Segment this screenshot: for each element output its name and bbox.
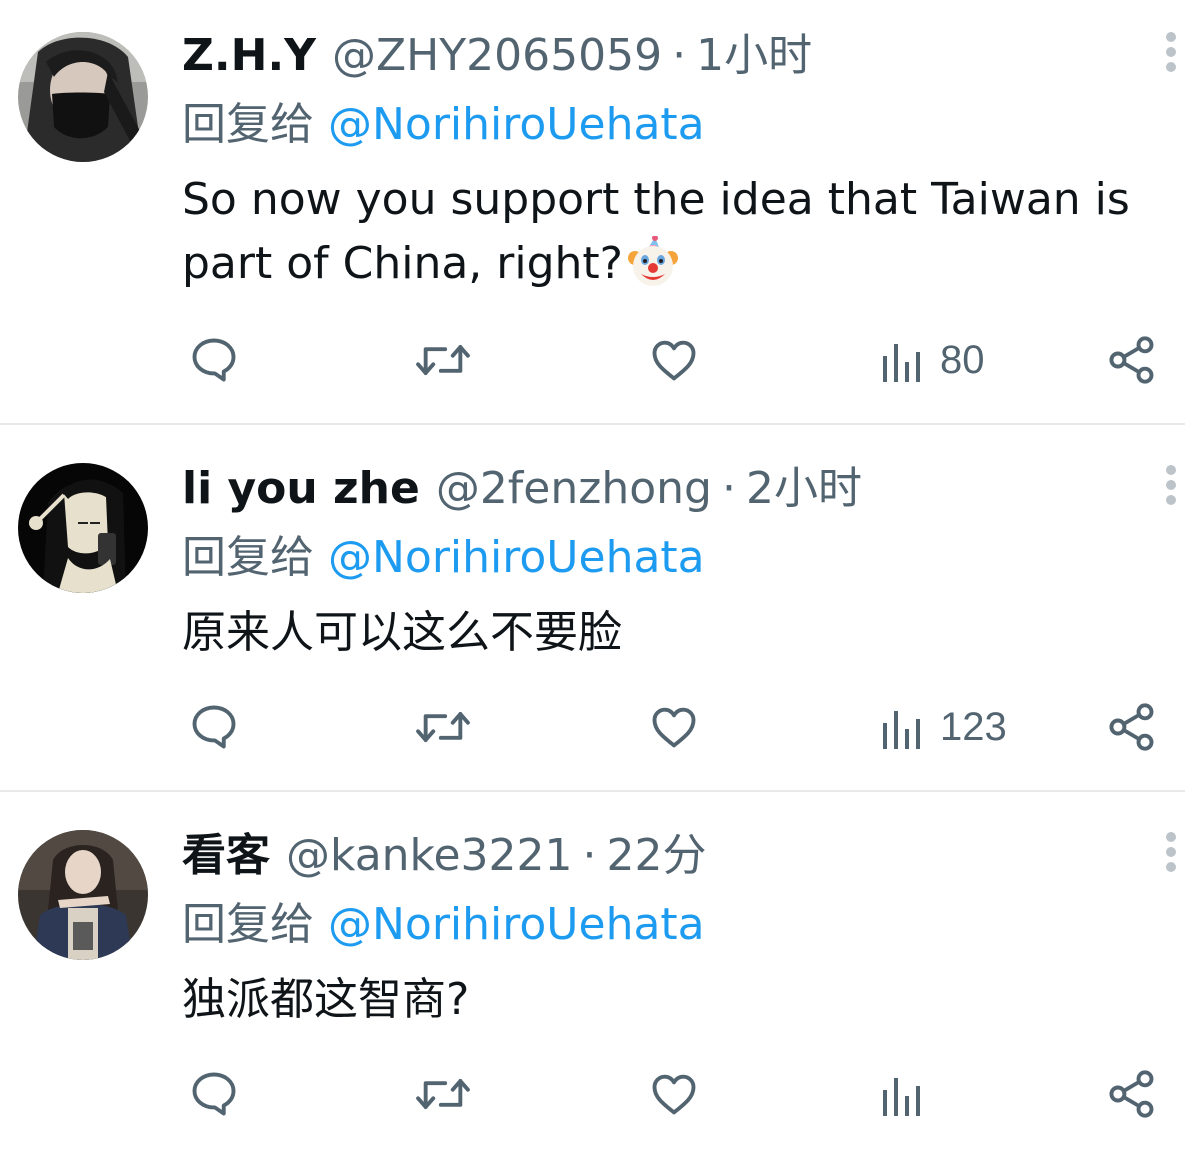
separator-dot: · — [721, 463, 736, 514]
share-nodes-icon — [1109, 1070, 1154, 1118]
views-button[interactable]: 80 — [880, 330, 985, 390]
action-bar — [0, 1064, 1185, 1124]
tweet-header: Z.H.Y @ZHY2065059 · 1小时 — [182, 26, 812, 86]
heart-icon — [652, 340, 696, 381]
share-button[interactable] — [1106, 697, 1158, 757]
tweet-text-content: 原来人可以这么不要脸 — [182, 607, 622, 658]
like-button[interactable] — [648, 697, 700, 757]
replying-to: 回复给 @NorihiroUehata — [182, 96, 705, 154]
speech-bubble-icon — [192, 705, 236, 749]
retweet-arrows-icon — [416, 712, 470, 742]
reply-button[interactable] — [188, 697, 240, 757]
reply-prefix: 回复给 — [182, 899, 314, 950]
action-bar: 123 — [0, 697, 1185, 757]
tweet-header: 看客 @kanke3221 · 22分 — [182, 826, 707, 886]
like-button[interactable] — [648, 1064, 700, 1124]
heart-icon — [652, 1074, 696, 1115]
like-button[interactable] — [648, 330, 700, 390]
avatar[interactable] — [18, 463, 148, 593]
tweet[interactable]: Z.H.Y @ZHY2065059 · 1小时 回复给 @NorihiroUeha… — [0, 0, 1185, 384]
display-name[interactable]: Z.H.Y — [182, 26, 316, 86]
reply-button[interactable] — [188, 1064, 240, 1124]
bar-chart-icon — [883, 711, 920, 749]
separator-dot: · — [582, 830, 597, 881]
reply-feed: Z.H.Y @ZHY2065059 · 1小时 回复给 @NorihiroUeha… — [0, 0, 1185, 1118]
vertical-dots-icon — [1166, 32, 1176, 42]
more-options-button[interactable] — [1157, 832, 1185, 872]
action-bar: 80 — [0, 330, 1185, 390]
timestamp[interactable]: 2小时 — [746, 459, 862, 519]
reply-prefix: 回复给 — [182, 532, 314, 583]
avatar[interactable] — [18, 32, 148, 162]
tweet-text: 独派都这智商? — [182, 968, 1162, 1032]
reply-button[interactable] — [188, 330, 240, 390]
vertical-dots-icon — [1166, 465, 1176, 475]
display-name[interactable]: 看客 — [182, 826, 270, 886]
tweet[interactable]: li you zhe @2fenzhong · 2小时 回复给 @Norihiro… — [0, 425, 1185, 793]
clown-face-emoji — [627, 235, 679, 306]
reply-mention-link[interactable]: @NorihiroUehata — [328, 532, 705, 583]
timestamp[interactable]: 22分 — [607, 826, 707, 886]
view-count: 80 — [940, 337, 985, 382]
tweet[interactable]: 看客 @kanke3221 · 22分 回复给 @NorihiroUehata 独… — [0, 792, 1185, 1160]
vertical-dots-icon — [1166, 62, 1176, 72]
vertical-dots-icon — [1166, 847, 1176, 857]
view-count: 123 — [940, 704, 1007, 749]
separator-dot: · — [672, 30, 687, 81]
timestamp[interactable]: 1小时 — [696, 26, 812, 86]
handle[interactable]: @kanke3221 — [286, 826, 573, 886]
retweet-arrows-icon — [416, 345, 470, 375]
vertical-dots-icon — [1166, 480, 1176, 490]
tweet-text: 原来人可以这么不要脸 — [182, 601, 1162, 665]
display-name[interactable]: li you zhe — [182, 459, 420, 519]
tweet-header: li you zhe @2fenzhong · 2小时 — [182, 459, 862, 519]
bar-chart-icon — [883, 1078, 920, 1116]
vertical-dots-icon — [1166, 832, 1176, 842]
replying-to: 回复给 @NorihiroUehata — [182, 529, 705, 587]
vertical-dots-icon — [1166, 47, 1176, 57]
handle[interactable]: @ZHY2065059 — [332, 26, 662, 86]
bar-chart-icon — [883, 344, 920, 382]
retweet-button[interactable] — [414, 697, 472, 757]
more-options-button[interactable] — [1157, 465, 1185, 505]
share-nodes-icon — [1109, 703, 1154, 751]
views-button[interactable]: 123 — [880, 697, 1007, 757]
speech-bubble-icon — [192, 1072, 236, 1116]
tweet-text-content: 独派都这智商? — [182, 974, 470, 1025]
retweet-button[interactable] — [414, 1064, 472, 1124]
reply-prefix: 回复给 — [182, 99, 314, 150]
vertical-dots-icon — [1166, 862, 1176, 872]
retweet-arrows-icon — [416, 1079, 470, 1109]
vertical-dots-icon — [1166, 495, 1176, 505]
share-button[interactable] — [1106, 1064, 1158, 1124]
replying-to: 回复给 @NorihiroUehata — [182, 896, 705, 954]
handle[interactable]: @2fenzhong — [436, 459, 712, 519]
views-button[interactable] — [880, 1064, 926, 1124]
tweet-text: So now you support the idea that Taiwan … — [182, 168, 1162, 306]
share-button[interactable] — [1106, 330, 1158, 390]
reply-mention-link[interactable]: @NorihiroUehata — [328, 99, 705, 150]
retweet-button[interactable] — [414, 330, 472, 390]
reply-mention-link[interactable]: @NorihiroUehata — [328, 899, 705, 950]
more-options-button[interactable] — [1157, 32, 1185, 72]
share-nodes-icon — [1109, 336, 1154, 384]
heart-icon — [652, 707, 696, 748]
speech-bubble-icon — [192, 338, 236, 382]
avatar[interactable] — [18, 830, 148, 960]
